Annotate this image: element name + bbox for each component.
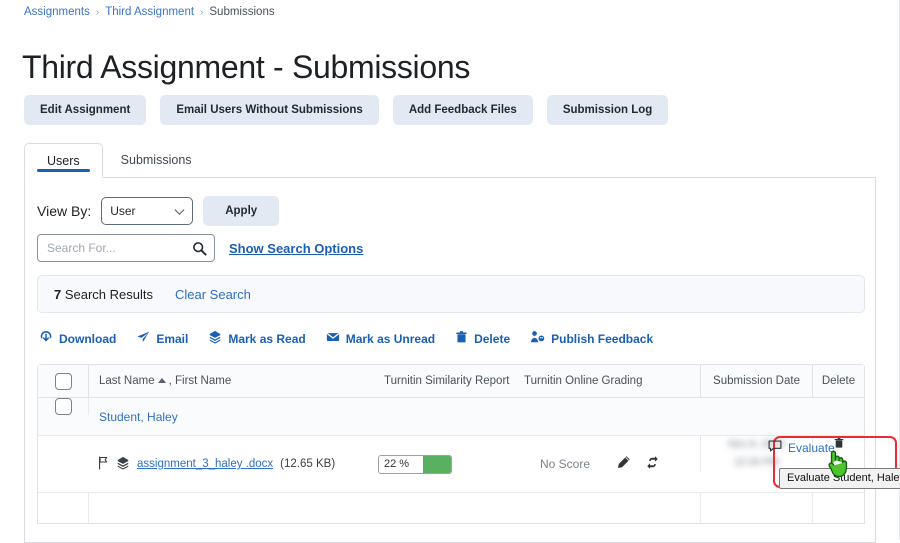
submissions-table: Last Name , First Name Turnitin Similarit… (37, 364, 865, 524)
table-header-row: Last Name , First Name Turnitin Similarit… (38, 365, 864, 398)
empty-delete-cell (812, 493, 864, 523)
mark-as-read-label: Mark as Read (228, 331, 306, 346)
pencil-icon[interactable] (616, 455, 631, 473)
submissions-panel: Users Submissions View By: User Apply Se… (24, 143, 876, 543)
tab-strip: Users Submissions (24, 143, 876, 178)
view-by-label: View By: (37, 203, 92, 219)
paper-plane-icon (136, 330, 150, 347)
table-row-empty (38, 493, 864, 523)
open-envelope-icon[interactable] (116, 456, 130, 473)
similarity-percent: 22 % (384, 458, 410, 470)
add-feedback-files-button[interactable]: Add Feedback Files (392, 95, 533, 125)
table-row-file: assignment_3_haley .docx (12.65 KB) 22 %… (38, 436, 864, 493)
view-by-selected-value: User (110, 204, 136, 218)
page-title: Third Assignment - Submissions (22, 49, 471, 86)
similarity-cell: 22 % (374, 436, 514, 492)
similarity-bar[interactable]: 22 % (378, 454, 452, 474)
publish-feedback-action[interactable]: Publish Feedback (530, 330, 653, 347)
column-header-first-name: , First Name (168, 375, 232, 387)
online-grading-score: No Score (540, 457, 591, 471)
column-header-delete: Delete (812, 365, 864, 397)
row-select-cell (38, 398, 89, 415)
search-box[interactable] (37, 234, 215, 262)
empty-select-cell (38, 493, 89, 523)
edit-assignment-button[interactable]: Edit Assignment (24, 95, 147, 125)
download-icon (39, 330, 53, 347)
view-by-select[interactable]: User (101, 197, 194, 225)
online-grading-cell: No Score (514, 436, 700, 492)
breadcrumb: Assignments › Third Assignment › Submiss… (24, 6, 275, 18)
panel-body: View By: User Apply Show Search Options (24, 178, 876, 543)
evaluate-tooltip: Evaluate Student, Haley (779, 468, 900, 489)
mark-as-read-action[interactable]: Mark as Read (208, 330, 306, 347)
delete-label: Delete (474, 331, 511, 346)
breadcrumb-item-third-assignment[interactable]: Third Assignment (105, 6, 194, 18)
evaluate-link[interactable]: Evaluate (768, 440, 835, 456)
page-root: Assignments › Third Assignment › Submiss… (0, 0, 900, 543)
breadcrumb-separator-icon: › (200, 6, 204, 18)
flag-icon[interactable] (97, 455, 109, 473)
similarity-bar-fill (423, 455, 451, 473)
file-name-link[interactable]: assignment_3_haley .docx (137, 458, 273, 470)
row-checkbox[interactable] (54, 398, 72, 415)
open-envelope-icon (208, 330, 222, 347)
tab-users-label: Users (47, 153, 80, 168)
breadcrumb-item-assignments[interactable]: Assignments (24, 6, 90, 18)
bulk-actions-bar: Download Email Mark as Read Mark as Unre… (39, 330, 653, 347)
select-all-checkbox[interactable] (54, 372, 72, 390)
column-header-submission-date: Submission Date (700, 365, 812, 397)
download-action[interactable]: Download (39, 330, 116, 347)
evaluate-label: Evaluate (788, 441, 835, 455)
mark-as-unread-label: Mark as Unread (345, 331, 436, 346)
tab-users[interactable]: Users (24, 143, 103, 178)
student-row-similarity-cell (374, 398, 514, 435)
email-action[interactable]: Email (136, 330, 188, 347)
search-results-suffix: Search Results (61, 286, 153, 302)
grading-icons (590, 455, 660, 473)
empty-date-cell (700, 493, 812, 523)
key-person-icon (530, 330, 545, 347)
tab-submissions[interactable]: Submissions (103, 142, 210, 177)
select-all-cell (38, 365, 89, 397)
empty-name-cell (89, 493, 374, 523)
trash-icon (455, 330, 468, 347)
column-header-similarity: Turnitin Similarity Report (384, 375, 510, 387)
apply-button[interactable]: Apply (203, 196, 280, 226)
closed-envelope-icon (326, 330, 340, 347)
student-name-link[interactable]: Student, Haley (89, 398, 374, 435)
search-results-bar: 7 Search Results Clear Search (37, 275, 865, 313)
search-icon[interactable] (192, 241, 207, 261)
tab-submissions-label: Submissions (120, 152, 192, 167)
publish-feedback-label: Publish Feedback (551, 331, 654, 346)
empty-grading-cell (514, 493, 700, 523)
column-header-name[interactable]: Last Name , First Name (89, 375, 374, 387)
student-row-grading-cell (514, 398, 700, 435)
email-label: Email (156, 331, 189, 346)
search-row: Show Search Options (37, 234, 363, 262)
breadcrumb-item-submissions: Submissions (209, 6, 275, 18)
download-label: Download (59, 331, 117, 346)
file-info-cell: assignment_3_haley .docx (12.65 KB) (89, 436, 374, 492)
clear-search-link[interactable]: Clear Search (175, 287, 251, 302)
sync-arrows-icon[interactable] (645, 455, 660, 473)
column-header-online-grading: Turnitin Online Grading (524, 375, 643, 387)
action-button-row: Edit Assignment Email Users Without Subm… (24, 95, 669, 125)
search-results-count: 7 Search Results (54, 287, 153, 302)
tab-active-indicator (37, 169, 90, 172)
file-size: (12.65 KB) (280, 458, 336, 470)
chevron-down-icon (174, 205, 185, 215)
mark-as-unread-action[interactable]: Mark as Unread (326, 330, 435, 347)
table-row-student: Student, Haley (38, 398, 864, 436)
show-search-options-link[interactable]: Show Search Options (229, 241, 363, 256)
delete-action[interactable]: Delete (455, 330, 510, 347)
email-users-without-submissions-button[interactable]: Email Users Without Submissions (160, 95, 379, 125)
submission-log-button[interactable]: Submission Log (546, 95, 669, 125)
column-header-last-name: Last Name (99, 375, 155, 387)
empty-similarity-cell (374, 493, 514, 523)
sort-ascending-icon (157, 377, 166, 383)
breadcrumb-separator-icon: › (95, 6, 100, 18)
speech-bubble-icon (768, 440, 782, 456)
view-by-row: View By: User Apply (37, 196, 280, 226)
search-input[interactable] (38, 235, 214, 261)
